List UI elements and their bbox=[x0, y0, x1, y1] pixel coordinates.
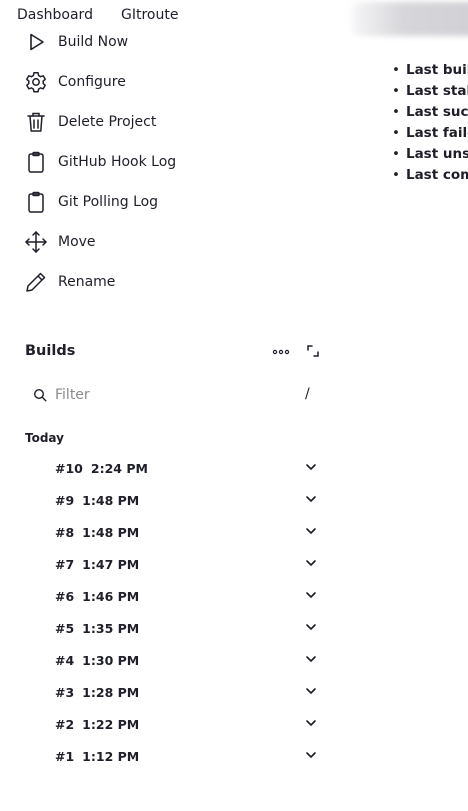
permalinks-list: Last build Last stabl Last succe Last fa… bbox=[392, 60, 468, 186]
chevron-down-icon[interactable] bbox=[304, 684, 318, 698]
permalink-last-build[interactable]: Last build bbox=[392, 60, 468, 81]
breadcrumb-dashboard[interactable]: Dashboard bbox=[17, 7, 93, 23]
build-number[interactable]: #4 bbox=[55, 653, 74, 668]
build-row[interactable]: #9 1:48 PM bbox=[55, 485, 325, 515]
permalink-last-stable[interactable]: Last stabl bbox=[392, 81, 468, 102]
chevron-down-icon[interactable] bbox=[304, 588, 318, 602]
pencil-icon bbox=[26, 272, 46, 292]
task-move[interactable]: Move bbox=[24, 226, 254, 258]
build-number[interactable]: #3 bbox=[55, 685, 74, 700]
move-icon bbox=[25, 231, 47, 253]
task-git-polling-log[interactable]: Git Polling Log bbox=[24, 186, 254, 218]
chevron-down-icon[interactable] bbox=[304, 748, 318, 762]
filter-input[interactable] bbox=[25, 380, 323, 410]
play-icon bbox=[30, 33, 44, 51]
task-label: Configure bbox=[58, 74, 126, 90]
build-row[interactable]: #2 1:22 PM bbox=[55, 709, 325, 739]
task-configure[interactable]: Configure bbox=[24, 66, 254, 98]
header-search-area bbox=[352, 2, 468, 36]
build-row[interactable]: #10 2:24 PM bbox=[55, 453, 325, 483]
builds-title: Builds bbox=[25, 343, 76, 359]
build-row[interactable]: #4 1:30 PM bbox=[55, 645, 325, 675]
chevron-down-icon[interactable] bbox=[304, 652, 318, 666]
permalink-last-unsuccessful[interactable]: Last unsuc bbox=[392, 144, 468, 165]
task-label: Delete Project bbox=[58, 114, 157, 130]
build-number[interactable]: #9 bbox=[55, 493, 74, 508]
expand-icon[interactable] bbox=[302, 340, 324, 362]
breadcrumb-project[interactable]: GItroute bbox=[121, 7, 178, 23]
task-label: Move bbox=[58, 234, 96, 250]
build-number[interactable]: #8 bbox=[55, 525, 74, 540]
build-time[interactable]: 1:48 PM bbox=[82, 493, 139, 508]
build-row[interactable]: #6 1:46 PM bbox=[55, 581, 325, 611]
chevron-down-icon[interactable] bbox=[304, 460, 318, 474]
permalink-last-failed[interactable]: Last failed bbox=[392, 123, 468, 144]
filter-shortcut-hint: / bbox=[305, 386, 310, 402]
build-row[interactable]: #8 1:48 PM bbox=[55, 517, 325, 547]
task-label: Rename bbox=[58, 274, 116, 290]
build-number[interactable]: #6 bbox=[55, 589, 74, 604]
build-time[interactable]: 1:12 PM bbox=[82, 749, 139, 764]
build-time[interactable]: 2:24 PM bbox=[91, 461, 148, 476]
task-label: Git Polling Log bbox=[58, 194, 159, 210]
permalink-last-successful[interactable]: Last succe bbox=[392, 102, 468, 123]
build-time[interactable]: 1:28 PM bbox=[82, 685, 139, 700]
build-row[interactable]: #7 1:47 PM bbox=[55, 549, 325, 579]
task-label: Build Now bbox=[58, 34, 129, 50]
chevron-down-icon[interactable] bbox=[304, 716, 318, 730]
build-number[interactable]: #7 bbox=[55, 557, 74, 572]
build-row[interactable]: #1 1:12 PM bbox=[55, 741, 325, 771]
build-row[interactable]: #5 1:35 PM bbox=[55, 613, 325, 643]
builds-filter: / bbox=[25, 380, 325, 412]
build-time[interactable]: 1:47 PM bbox=[82, 557, 139, 572]
build-time[interactable]: 1:46 PM bbox=[82, 589, 139, 604]
build-number[interactable]: #1 bbox=[55, 749, 74, 764]
chevron-down-icon[interactable] bbox=[304, 524, 318, 538]
clipboard-icon bbox=[28, 191, 44, 213]
trash-icon bbox=[27, 112, 45, 132]
task-label: GitHub Hook Log bbox=[58, 154, 177, 170]
chevron-down-icon[interactable] bbox=[304, 492, 318, 506]
task-build-now[interactable]: Build Now bbox=[24, 26, 254, 58]
clipboard-icon bbox=[28, 151, 44, 173]
gear-icon bbox=[26, 72, 46, 93]
permalink-last-completed[interactable]: Last comp bbox=[392, 165, 468, 186]
build-time[interactable]: 1:22 PM bbox=[82, 717, 139, 732]
chevron-down-icon[interactable] bbox=[304, 556, 318, 570]
more-options-icon[interactable] bbox=[270, 341, 292, 363]
build-time[interactable]: 1:35 PM bbox=[82, 621, 139, 636]
builds-group-label: Today bbox=[25, 431, 64, 445]
build-time[interactable]: 1:30 PM bbox=[82, 653, 139, 668]
chevron-down-icon[interactable] bbox=[304, 620, 318, 634]
build-number[interactable]: #10 bbox=[55, 461, 83, 476]
task-rename[interactable]: Rename bbox=[24, 266, 254, 298]
build-row[interactable]: #3 1:28 PM bbox=[55, 677, 325, 707]
task-delete-project[interactable]: Delete Project bbox=[24, 106, 254, 138]
task-github-hook-log[interactable]: GitHub Hook Log bbox=[24, 146, 254, 178]
build-number[interactable]: #2 bbox=[55, 717, 74, 732]
build-time[interactable]: 1:48 PM bbox=[82, 525, 139, 540]
build-number[interactable]: #5 bbox=[55, 621, 74, 636]
